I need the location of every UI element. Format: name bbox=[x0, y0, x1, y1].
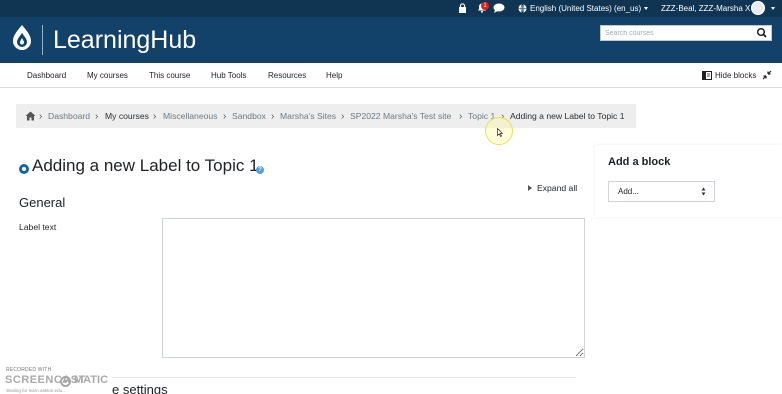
breadcrumb-my-courses[interactable]: My courses bbox=[105, 104, 149, 128]
section-divider bbox=[112, 377, 576, 378]
hide-blocks-button[interactable]: Hide blocks bbox=[702, 63, 756, 87]
top-utility-bar: 1 English (United States) (en_us) ZZZ-Be… bbox=[0, 0, 782, 17]
section-general-heading[interactable]: General bbox=[19, 195, 65, 210]
watermark-brand-right: MATIC bbox=[74, 374, 109, 386]
user-menu[interactable]: ZZZ-Beal, ZZZ-Marsha X bbox=[661, 0, 750, 17]
search-input[interactable] bbox=[601, 26, 753, 40]
breadcrumb-test-site[interactable]: SP2022 Marsha's Test site bbox=[350, 104, 451, 128]
logo-icon[interactable] bbox=[12, 25, 32, 54]
breadcrumb-separator: › bbox=[459, 110, 463, 122]
lock-icon[interactable] bbox=[458, 3, 467, 15]
add-block-select-value: Add... bbox=[618, 187, 639, 196]
breadcrumb-separator: › bbox=[341, 110, 345, 122]
nav-item-hub-tools[interactable]: Hub Tools bbox=[211, 63, 246, 87]
page-title: Adding a new Label to Topic 1 bbox=[32, 156, 259, 175]
breadcrumb-sandbox[interactable]: Sandbox bbox=[232, 104, 266, 128]
label-text-editor[interactable] bbox=[162, 218, 585, 358]
notification-count-badge: 1 bbox=[481, 2, 489, 10]
home-icon[interactable] bbox=[25, 104, 36, 128]
breadcrumb-miscellaneous[interactable]: Miscellaneous bbox=[163, 104, 217, 128]
nav-item-this-course[interactable]: This course bbox=[149, 63, 190, 87]
collapse-icon[interactable] bbox=[762, 70, 772, 82]
chat-icon[interactable] bbox=[493, 3, 505, 15]
blocks-icon bbox=[702, 70, 712, 80]
nav-item-my-courses[interactable]: My courses bbox=[87, 63, 128, 87]
status-text: Waiting for learn.oakton.edu... bbox=[6, 388, 66, 393]
section-module-settings-heading[interactable]: e settings bbox=[112, 382, 168, 394]
nav-item-resources[interactable]: Resources bbox=[268, 63, 306, 87]
expand-all-label: Expand all bbox=[537, 183, 578, 193]
breadcrumb-separator: › bbox=[223, 110, 227, 122]
add-block-title: Add a block bbox=[608, 156, 671, 168]
brand-divider bbox=[42, 25, 43, 55]
label-text-label: Label text bbox=[19, 222, 57, 232]
expand-all-link[interactable]: Expand all bbox=[528, 183, 577, 193]
breadcrumb: › Dashboard › My courses › Miscellaneous… bbox=[16, 104, 636, 128]
screencast-watermark: RECORDED WITH SCREENCAST MATIC Waiting f… bbox=[5, 367, 109, 394]
expand-arrow-icon bbox=[528, 185, 532, 191]
primary-navigation: Dashboard My courses This course Hub Too… bbox=[0, 63, 782, 88]
label-module-icon bbox=[19, 164, 29, 174]
language-menu[interactable]: English (United States) (en_us) bbox=[518, 0, 649, 17]
hide-blocks-label: Hide blocks bbox=[715, 70, 757, 80]
chevron-down-icon bbox=[644, 7, 649, 10]
user-menu-chevron-icon[interactable] bbox=[771, 7, 775, 10]
mouse-pointer-icon bbox=[497, 127, 504, 139]
site-name[interactable]: LearningHub bbox=[53, 25, 196, 55]
language-label: English (United States) (en_us) bbox=[530, 4, 642, 13]
nav-item-help[interactable]: Help bbox=[326, 63, 342, 87]
user-name: ZZZ-Beal, ZZZ-Marsha X bbox=[661, 4, 751, 13]
breadcrumb-separator: › bbox=[95, 110, 99, 122]
breadcrumb-separator: › bbox=[39, 110, 43, 122]
breadcrumb-dashboard[interactable]: Dashboard bbox=[48, 104, 90, 128]
breadcrumb-marshas-sites[interactable]: Marsha's Sites bbox=[280, 104, 336, 128]
nav-item-dashboard[interactable]: Dashboard bbox=[27, 63, 66, 87]
breadcrumb-separator: › bbox=[271, 110, 275, 122]
add-block-select[interactable]: Add... bbox=[608, 181, 715, 202]
avatar[interactable] bbox=[751, 1, 765, 15]
breadcrumb-current: Adding a new Label to Topic 1 bbox=[510, 111, 625, 121]
help-icon[interactable]: ? bbox=[256, 166, 264, 174]
watermark-line1: RECORDED WITH bbox=[6, 367, 52, 373]
search-icon[interactable] bbox=[755, 27, 769, 39]
globe-icon bbox=[518, 4, 527, 13]
record-icon bbox=[60, 376, 71, 387]
course-search bbox=[600, 25, 772, 41]
select-arrows-icon bbox=[701, 187, 706, 198]
breadcrumb-separator: › bbox=[153, 110, 157, 122]
